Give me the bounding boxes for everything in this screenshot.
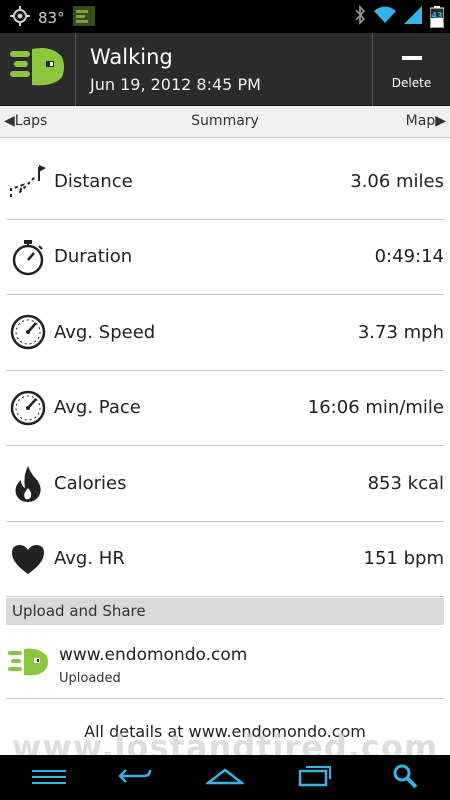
tab-laps[interactable]: ◀Laps [4,113,47,129]
tab-map-label: Map [405,113,436,129]
tab-map[interactable]: Map▶ [406,113,446,129]
gps-icon [10,6,30,30]
stat-value: 853 kcal [367,472,444,494]
stat-row-distance: Distance 3.06 miles [6,144,444,220]
search-button[interactable] [380,763,430,793]
stat-value: 3.06 miles [350,170,444,192]
stat-label: Avg. Pace [54,397,141,419]
wifi-icon [374,6,396,28]
share-site-title: www.endomondo.com [59,645,248,665]
stat-row-calories: Calories 853 kcal [6,446,444,522]
stat-label: Avg. Speed [54,321,156,343]
speedometer-icon [8,388,48,428]
stat-row-avg-speed: Avg. Speed 3.73 mph [6,295,444,371]
endomondo-logo-icon [9,45,66,95]
endomondo-notification-icon [72,6,95,30]
status-bar: 83° 43 [0,0,450,33]
stat-value: 16:06 min/mile [307,397,444,419]
stat-value: 0:49:14 [374,246,444,268]
share-row-endomondo[interactable]: www.endomondo.com Uploaded [6,627,444,699]
signal-icon [404,6,422,28]
tab-laps-label: Laps [14,113,48,129]
stat-row-duration: Duration 0:49:14 [6,220,444,295]
stat-row-avg-hr: Avg. HR 151 bpm [6,522,444,597]
temperature-text: 83° [38,9,65,27]
heart-icon [8,539,48,579]
back-icon [118,766,152,790]
stat-label: Distance [54,170,133,192]
delete-button[interactable]: Delete [372,33,450,106]
flame-icon [8,463,48,503]
upload-share-header: Upload and Share [6,598,444,625]
search-icon [392,763,418,793]
endomondo-logo-icon [8,647,50,683]
speedometer-icon [8,312,48,352]
back-button[interactable] [110,763,160,793]
workout-date: Jun 19, 2012 8:45 PM [90,75,261,94]
recent-apps-button[interactable] [290,763,340,793]
action-bar: Walking Jun 19, 2012 8:45 PM Delete [0,33,450,106]
menu-button[interactable] [24,763,74,793]
bluetooth-icon [354,5,366,29]
distance-flag-icon [8,161,48,201]
tab-summary[interactable]: Summary [191,113,259,129]
right-arrow-icon: ▶ [435,113,446,129]
recent-apps-icon [298,765,332,791]
delete-label: Delete [391,75,432,90]
home-button[interactable] [200,763,250,793]
tab-strip: ◀Laps Summary Map▶ [0,106,450,138]
stopwatch-icon [8,237,48,277]
battery-icon: 43 [430,6,444,28]
app-logo-button[interactable] [0,33,76,106]
workout-title: Walking [90,45,173,69]
share-status: Uploaded [59,671,121,686]
stats-list: Distance 3.06 miles Duration 0:49:14 Avg… [0,144,450,597]
left-arrow-icon: ◀ [4,113,15,129]
stat-value: 3.73 mph [357,321,444,343]
stat-label: Calories [54,472,127,494]
home-icon [204,767,246,789]
tab-summary-container: Summary [0,113,450,129]
menu-icon [32,769,66,788]
details-link[interactable]: All details at www.endomondo.com [0,722,450,741]
stat-label: Avg. HR [54,548,125,570]
stat-row-avg-pace: Avg. Pace 16:06 min/mile [6,371,444,446]
navigation-bar [0,755,450,800]
title-block: Walking Jun 19, 2012 8:45 PM [90,45,261,94]
stat-value: 151 bpm [363,548,444,570]
battery-level-text: 43 [431,11,443,20]
minus-icon [401,55,422,60]
stat-label: Duration [54,246,133,268]
